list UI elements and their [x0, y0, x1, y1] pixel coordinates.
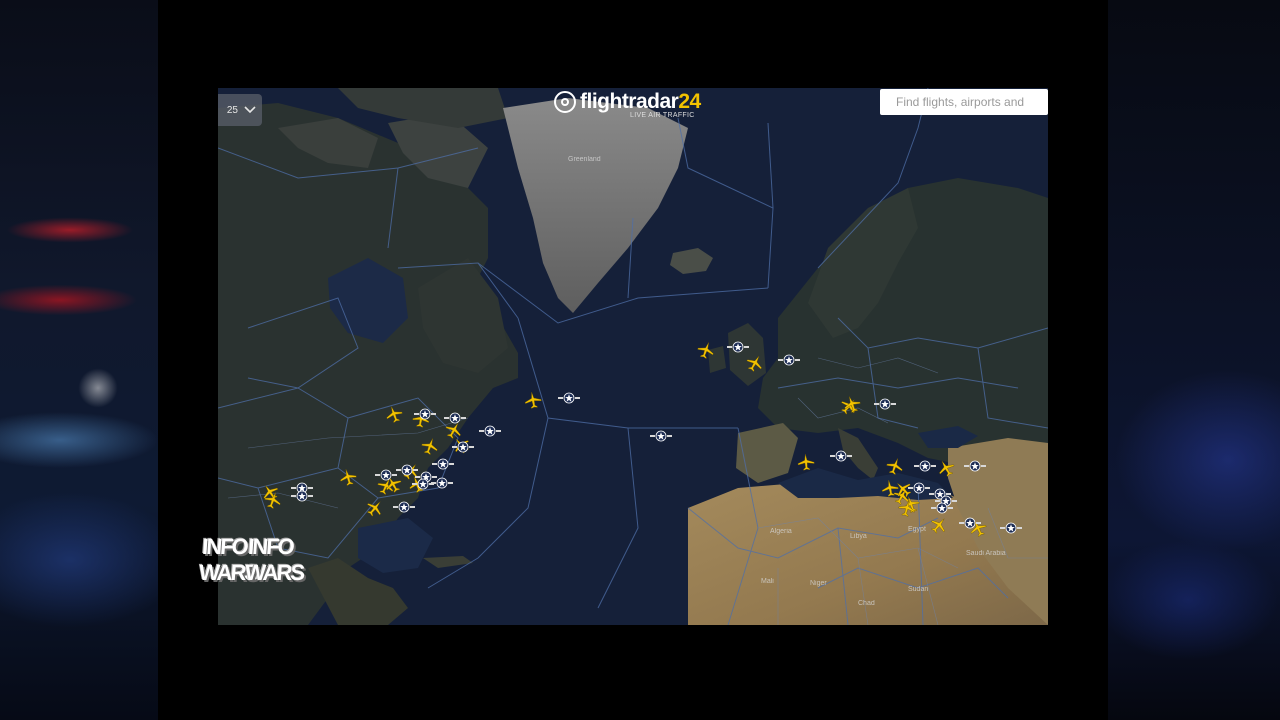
airplane-icon[interactable] [523, 390, 544, 411]
label-mali: Mali [761, 578, 774, 585]
military-aircraft-icon[interactable] [964, 460, 986, 472]
military-aircraft-icon[interactable] [650, 430, 672, 442]
map-view-selector[interactable]: 25 [218, 94, 262, 126]
map-view-selector-value: 25 [226, 104, 238, 116]
flight-map[interactable]: Greenland Algeria Libya Egypt Mali Niger… [218, 88, 1048, 625]
search-box[interactable] [880, 89, 1048, 115]
label-chad: Chad [858, 600, 875, 607]
military-aircraft-icon[interactable] [375, 469, 397, 481]
radar-icon [554, 91, 576, 113]
military-aircraft-icon[interactable] [479, 425, 501, 437]
background-left [0, 0, 158, 720]
military-aircraft-icon[interactable] [291, 490, 313, 502]
label-sudan: Sudan [908, 586, 929, 593]
military-aircraft-icon[interactable] [959, 517, 981, 529]
label-greenland: Greenland [568, 156, 601, 163]
flightradar24-logo[interactable]: flightradar24 LIVE AIR TRAFFIC [552, 90, 702, 124]
background-right [1108, 0, 1280, 720]
logo-tagline: LIVE AIR TRAFFIC [630, 112, 695, 119]
military-aircraft-icon[interactable] [908, 482, 930, 494]
watermark-wars-right: WARS [244, 560, 305, 585]
military-aircraft-icon[interactable] [444, 412, 466, 424]
military-aircraft-icon[interactable] [431, 477, 453, 489]
label-libya: Libya [850, 533, 867, 540]
label-niger: Niger [810, 580, 827, 587]
military-aircraft-icon[interactable] [393, 501, 415, 513]
military-aircraft-icon[interactable] [414, 408, 436, 420]
military-aircraft-icon[interactable] [727, 341, 749, 353]
watermark-info-left: INFO [201, 534, 248, 559]
military-aircraft-icon[interactable] [558, 392, 580, 404]
map-base [218, 88, 1048, 625]
chevron-down-icon [244, 106, 256, 114]
military-aircraft-icon[interactable] [452, 441, 474, 453]
military-aircraft-icon[interactable] [778, 354, 800, 366]
logo-name: flightradar [580, 90, 679, 113]
airplane-icon[interactable] [796, 452, 816, 472]
label-saudi-arabia: Saudi Arabia [966, 550, 1006, 557]
logo-number: 24 [678, 90, 701, 113]
label-egypt: Egypt [908, 526, 926, 533]
infowars-watermark: INFO WARS INFO WARS [197, 522, 305, 600]
search-input[interactable] [894, 94, 1048, 110]
military-aircraft-icon[interactable] [432, 458, 454, 470]
military-aircraft-icon[interactable] [914, 460, 936, 472]
military-aircraft-icon[interactable] [931, 502, 953, 514]
label-algeria: Algeria [770, 528, 792, 535]
watermark-info-right: INFO [247, 534, 294, 559]
watermark-wars-left: WARS [198, 560, 259, 585]
military-aircraft-icon[interactable] [830, 450, 852, 462]
military-aircraft-icon[interactable] [874, 398, 896, 410]
military-aircraft-icon[interactable] [1000, 522, 1022, 534]
military-aircraft-icon[interactable] [412, 478, 434, 490]
